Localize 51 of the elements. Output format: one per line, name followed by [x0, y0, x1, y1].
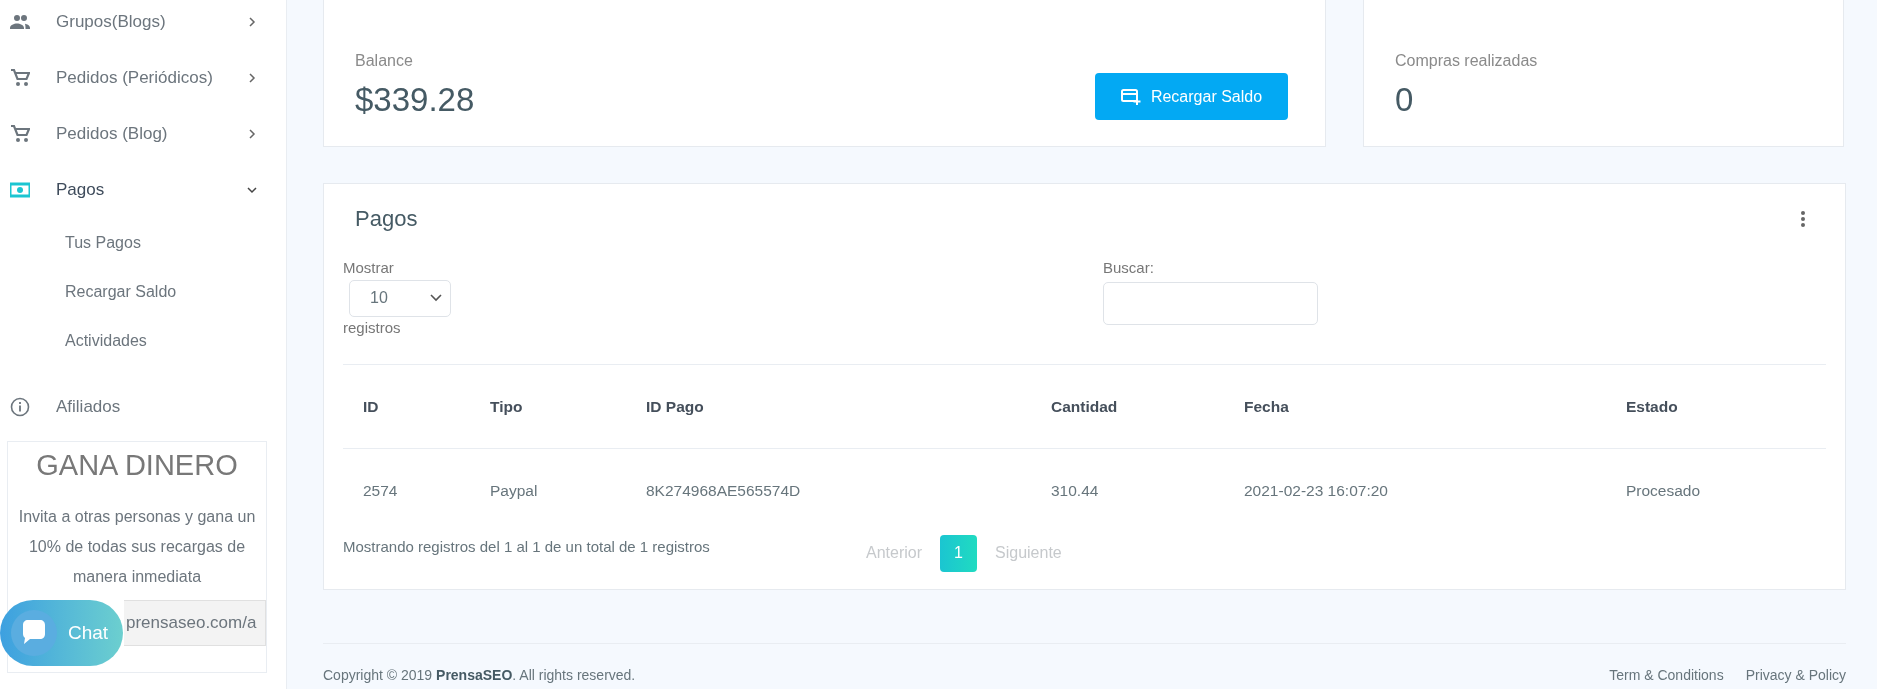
table-cell: 2021-02-23 16:07:20	[1224, 448, 1606, 533]
footer-link[interactable]: Privacy & Policy	[1745, 665, 1846, 686]
sidebar-item[interactable]: Pedidos (Periódicos)	[0, 50, 286, 106]
balance-amount: $339.28	[355, 79, 475, 120]
page-length-select[interactable]: 10	[349, 279, 451, 317]
purchases-label: Compras realizadas	[1395, 50, 1539, 71]
balance-label: Balance	[355, 50, 414, 71]
chevron-icon	[246, 72, 258, 84]
length-label: Mostrar	[343, 258, 395, 278]
search-field[interactable]	[1103, 281, 1318, 325]
kebab-menu-icon	[1800, 209, 1806, 228]
referral-link-field[interactable]: prensaseo.com/a	[124, 599, 266, 646]
chevron-icon	[246, 128, 258, 140]
cart-icon	[10, 124, 30, 144]
promo-text: Invita a otras personas y gana un 10% de todas sus recargas de manera inmediata	[17, 506, 257, 587]
column-header: Fecha	[1224, 365, 1606, 449]
table-cell: Procesado	[1606, 448, 1826, 533]
sidebar-item[interactable]: Pagos	[0, 162, 286, 218]
banknote-icon	[10, 180, 30, 200]
card-add-icon	[1120, 87, 1141, 106]
table-cell: 8K274968AE565574D	[626, 448, 1031, 533]
people-icon	[10, 12, 30, 32]
sidebar-item[interactable]: Grupos(Blogs)	[0, 0, 286, 50]
chevron-icon	[246, 16, 258, 28]
column-header: Estado	[1606, 365, 1826, 449]
chat-bubble-icon	[10, 609, 58, 657]
promo-title: GANA DINERO	[35, 448, 239, 483]
column-header: ID	[343, 365, 470, 449]
footer-link[interactable]: Term & Conditions	[1609, 665, 1724, 686]
table-cell: Paypal	[470, 448, 626, 533]
submenu-item[interactable]: Actividades	[0, 316, 286, 365]
length-label-suffix: registros	[343, 317, 402, 338]
purchases-count: 0	[1395, 79, 1415, 120]
sidebar-item[interactable]: Pedidos (Blog)	[0, 106, 286, 162]
chevron-down-icon	[430, 294, 442, 302]
info-icon	[10, 397, 30, 417]
column-header: Cantidad	[1031, 365, 1224, 449]
table-cell: 310.44	[1031, 448, 1224, 533]
submenu-item[interactable]: Recargar Saldo	[0, 267, 286, 316]
chevron-icon	[246, 184, 258, 196]
column-header: ID Pago	[626, 365, 1031, 449]
recharge-button[interactable]: Recargar Saldo	[1095, 73, 1288, 120]
search-label: Buscar:	[1103, 258, 1155, 278]
table-cell: 2574	[343, 448, 470, 533]
cart-icon	[10, 68, 30, 88]
table-info-text: Mostrando registros del 1 al 1 de un total de 1 registros	[343, 536, 711, 557]
card-title: Pagos	[355, 205, 418, 233]
submenu-item[interactable]: Tus Pagos	[0, 218, 286, 267]
column-header: Tipo	[470, 365, 626, 449]
sidebar-item[interactable]: Afiliados	[0, 379, 286, 435]
copyright-text: Copyright © 2019 PrensaSEO. All rights reserved.	[323, 666, 636, 685]
